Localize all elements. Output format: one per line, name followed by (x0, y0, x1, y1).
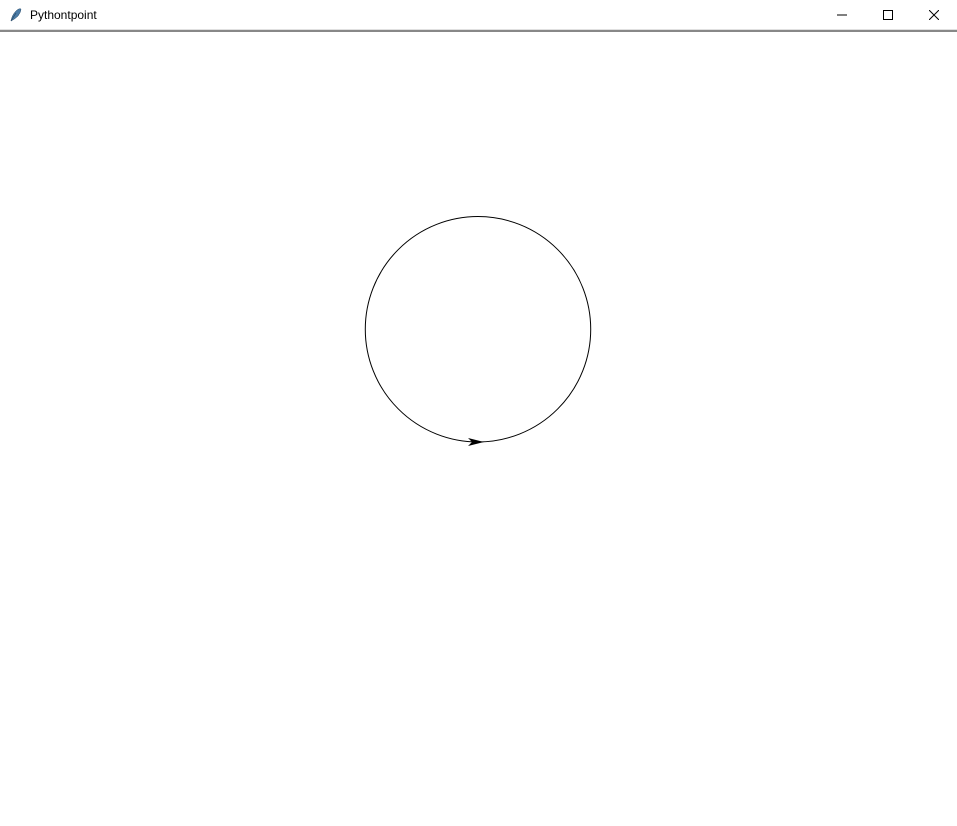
maximize-button[interactable] (865, 0, 911, 29)
titlebar: Pythontpoint (0, 0, 957, 30)
turtle-canvas-container (0, 30, 957, 826)
window-title: Pythontpoint (30, 8, 819, 22)
tk-feather-icon (8, 7, 24, 23)
close-button[interactable] (911, 0, 957, 29)
turtle-canvas (0, 32, 957, 826)
drawn-circle (365, 217, 590, 442)
minimize-button[interactable] (819, 0, 865, 29)
window-controls (819, 0, 957, 29)
